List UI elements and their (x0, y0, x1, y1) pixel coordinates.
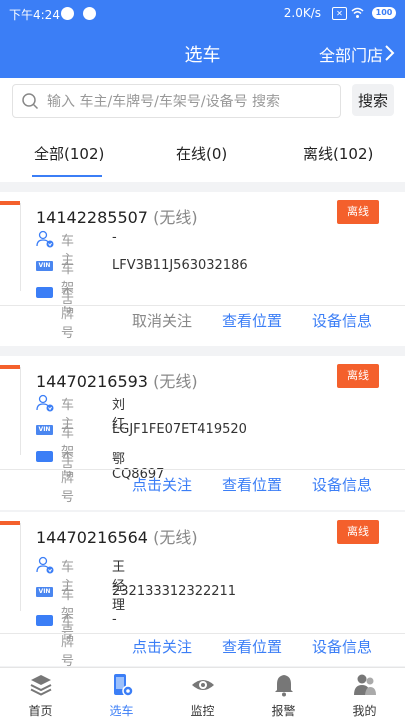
card-divider-line (20, 367, 21, 455)
vehicle-card[interactable]: 14470216564 (无线) 离线 车主 王经理 VIN 车架号 23213… (0, 512, 405, 669)
tabbar-label: 监控 (190, 704, 215, 718)
card-action-divider (0, 305, 405, 306)
owner-value: - (112, 230, 117, 245)
signal-type: (无线) (153, 528, 198, 547)
plate-label: 车牌号 (61, 288, 75, 341)
device-info-button[interactable]: 设备信息 (312, 310, 372, 331)
signal-type: (无线) (153, 208, 198, 227)
battery-icon: 100 (372, 7, 396, 19)
tabbar-label: 选车 (109, 704, 134, 718)
tabbar-label: 我的 (352, 704, 377, 718)
tabbar-item-mine[interactable]: 我的 (324, 668, 405, 721)
vin-value: LFV3B11J563032186 (112, 258, 248, 273)
search-input[interactable] (45, 90, 339, 114)
user-icon (354, 674, 376, 695)
status-badge: 离线 (337, 200, 379, 224)
card-action-divider (0, 469, 405, 470)
status-badge: 离线 (337, 364, 379, 388)
view-location-button[interactable]: 查看位置 (222, 636, 282, 657)
chevron-right-icon[interactable] (383, 44, 397, 62)
vin-icon: VIN (36, 425, 53, 435)
app-header: 选车 全部门店 (0, 28, 405, 78)
tab-all[interactable]: 全部(102) (34, 143, 104, 164)
status-badge: 离线 (337, 520, 379, 544)
device-number: 14470216564 (无线) (36, 528, 198, 547)
active-tab-indicator (32, 175, 102, 177)
owner-icon (36, 394, 54, 412)
shield-icon (61, 7, 74, 20)
search-bar: 搜索 (0, 78, 405, 124)
card-accent (0, 365, 20, 369)
search-box (12, 84, 341, 118)
bottom-tab-bar: 首页 选车 监控 报警 我的 (0, 667, 405, 721)
follow-button[interactable]: 取消关注 (132, 310, 192, 331)
plate-value: - (112, 612, 117, 627)
tabbar-item-alarm[interactable]: 报警 (243, 668, 324, 721)
follow-button[interactable]: 点击关注 (132, 636, 192, 657)
layers-icon (30, 675, 52, 696)
tabbar-label: 报警 (271, 704, 296, 718)
plate-icon (36, 615, 53, 626)
sim-icon: ✕ (332, 7, 347, 20)
device-info-button[interactable]: 设备信息 (312, 474, 372, 495)
tab-offline[interactable]: 离线(102) (303, 143, 373, 164)
view-location-button[interactable]: 查看位置 (222, 474, 282, 495)
device-number: 14470216593 (无线) (36, 372, 198, 391)
vin-icon: VIN (36, 587, 53, 597)
tabbar-label: 首页 (28, 704, 53, 718)
vin-value: 232133312322211 (112, 584, 237, 599)
tabbar-item-monitor[interactable]: 监控 (162, 668, 243, 721)
tabbar-item-home[interactable]: 首页 (0, 668, 81, 721)
plate-icon (36, 287, 53, 298)
notification-icon (83, 7, 96, 20)
eye-icon (192, 680, 214, 690)
plate-label: 车牌号 (61, 452, 75, 505)
device-info-button[interactable]: 设备信息 (312, 636, 372, 657)
wifi-icon (351, 7, 364, 18)
vehicle-card[interactable]: 14470216593 (无线) 离线 车主 刘红 VIN 车架号 LGJF1F… (0, 356, 405, 510)
owner-icon (36, 230, 54, 248)
plate-icon (36, 451, 53, 462)
bell-icon (275, 675, 293, 697)
card-accent (0, 201, 20, 205)
status-bar: 下午4:24 2.0K/s ✕ 100 (0, 0, 405, 28)
follow-button[interactable]: 点击关注 (132, 474, 192, 495)
card-divider-line (20, 523, 21, 611)
vin-icon: VIN (36, 261, 53, 271)
vehicle-card[interactable]: 14142285507 (无线) 离线 车主 - VIN 车架号 LFV3B11… (0, 192, 405, 346)
card-action-divider (0, 633, 405, 634)
plate-label: 车牌号 (61, 616, 75, 669)
card-accent (0, 521, 20, 525)
search-button[interactable]: 搜索 (352, 84, 394, 116)
search-icon (22, 93, 39, 110)
owner-icon (36, 556, 54, 574)
filter-tabs: 全部(102) 在线(0) 离线(102) (0, 124, 405, 182)
vin-value: LGJF1FE07ET419520 (112, 422, 247, 437)
status-time: 下午4:24 (9, 8, 60, 22)
tabbar-item-select-car[interactable]: 选车 (81, 668, 162, 721)
car-select-icon (114, 674, 134, 697)
view-location-button[interactable]: 查看位置 (222, 310, 282, 331)
network-speed: 2.0K/s (283, 6, 321, 20)
store-selector[interactable]: 全部门店 (319, 42, 383, 66)
card-divider-line (20, 203, 21, 291)
signal-type: (无线) (153, 372, 198, 391)
tab-online[interactable]: 在线(0) (176, 143, 227, 164)
device-number: 14142285507 (无线) (36, 208, 198, 227)
